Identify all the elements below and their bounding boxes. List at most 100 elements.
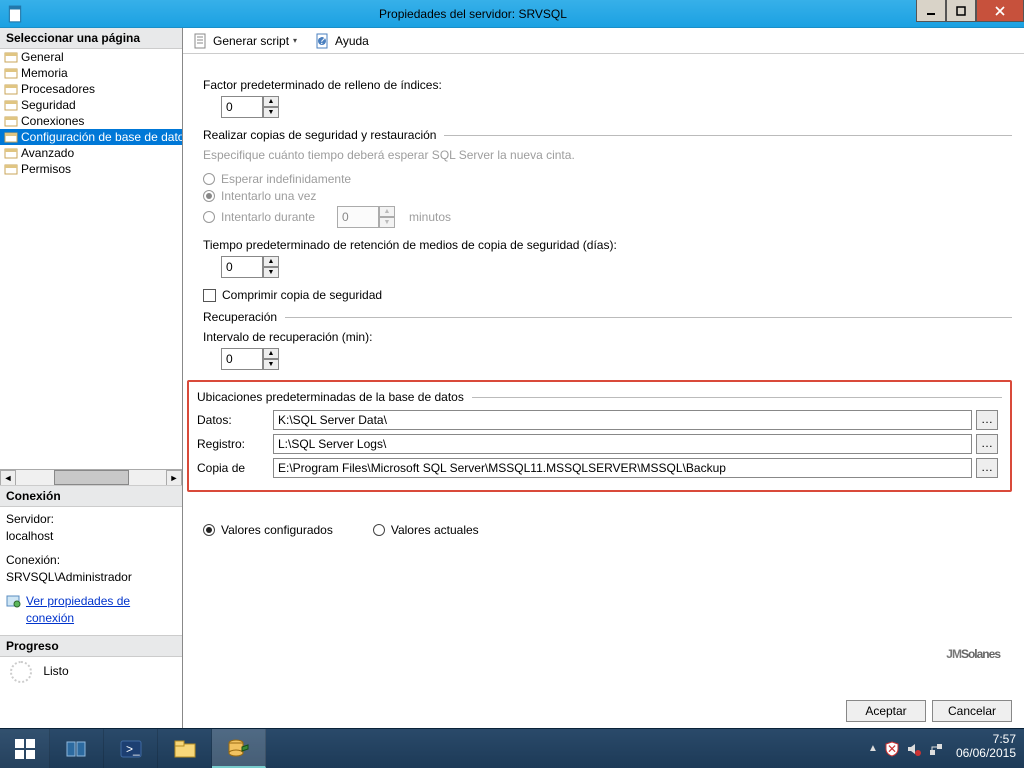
scroll-right-button[interactable]: ► xyxy=(166,470,182,486)
close-button[interactable] xyxy=(976,0,1024,22)
sidebar-item-label: Avanzado xyxy=(21,146,74,160)
sidebar-item-memory[interactable]: Memoria xyxy=(0,65,182,81)
sidebar-item-advanced[interactable]: Avanzado xyxy=(0,145,182,161)
help-label: Ayuda xyxy=(335,34,369,48)
spin-down-button[interactable]: ▼ xyxy=(263,107,279,118)
backup-path-input[interactable] xyxy=(273,458,972,478)
try-for-spinner: ▲▼ xyxy=(337,206,397,228)
scroll-left-button[interactable]: ◄ xyxy=(0,470,16,486)
sidebar-header: Seleccionar una página xyxy=(0,28,182,49)
recovery-interval-label: Intervalo de recuperación (min): xyxy=(203,330,1012,344)
sidebar-item-permissions[interactable]: Permisos xyxy=(0,161,182,177)
view-connection-properties-link[interactable]: Ver propiedades de conexión xyxy=(26,593,176,628)
tray-volume-icon[interactable] xyxy=(906,741,922,757)
spin-up-button[interactable]: ▲ xyxy=(263,256,279,267)
recovery-group-label: Recuperación xyxy=(203,310,277,324)
fill-factor-spinner[interactable]: ▲▼ xyxy=(221,96,281,118)
start-button[interactable] xyxy=(0,729,50,768)
data-path-browse-button[interactable]: … xyxy=(976,410,998,430)
sidebar-item-label: General xyxy=(21,50,64,64)
sidebar-item-label: Seguridad xyxy=(21,98,76,112)
cancel-button[interactable]: Cancelar xyxy=(932,700,1012,722)
locations-group-label: Ubicaciones predeterminadas de la base d… xyxy=(197,390,464,404)
sidebar-item-database-settings[interactable]: Configuración de base de datos xyxy=(0,129,182,145)
sidebar-item-label: Configuración de base de datos xyxy=(21,130,182,144)
window-title: Propiedades del servidor: SRVSQL xyxy=(30,7,916,21)
taskbar: >_ ▲ ✕ 7:57 06/06/2015 xyxy=(0,728,1024,768)
backup-path-browse-button[interactable]: … xyxy=(976,458,998,478)
locations-highlight: Ubicaciones predeterminadas de la base d… xyxy=(187,380,1012,492)
app-icon xyxy=(6,5,24,23)
connection-section-header: Conexión xyxy=(0,485,182,507)
try-for-radio: Intentarlo durante ▲▼ minutos xyxy=(203,206,1012,228)
progress-value: Listo xyxy=(43,665,68,679)
sidebar-item-security[interactable]: Seguridad xyxy=(0,97,182,113)
configured-values-radio[interactable]: Valores configurados xyxy=(203,523,333,537)
try-for-input xyxy=(337,206,379,228)
sidebar-tree: General Memoria Procesadores Seguridad C… xyxy=(0,49,182,469)
sidebar-item-label: Conexiones xyxy=(21,114,84,128)
tray-security-icon[interactable]: ✕ xyxy=(884,741,900,757)
sidebar-scrollbar[interactable]: ◄ ► xyxy=(0,469,182,485)
progress-section-header: Progreso xyxy=(0,635,182,657)
spin-up-button[interactable]: ▲ xyxy=(263,348,279,359)
watermark: JMSolanes xyxy=(946,632,1000,666)
content-area: Factor predeterminado de relleno de índi… xyxy=(183,54,1024,728)
log-path-browse-button[interactable]: … xyxy=(976,434,998,454)
log-path-input[interactable] xyxy=(273,434,972,454)
sidebar-item-label: Procesadores xyxy=(21,82,95,96)
svg-text:>_: >_ xyxy=(126,742,140,756)
sidebar-item-label: Memoria xyxy=(21,66,68,80)
progress-section: Listo xyxy=(0,657,182,691)
taskbar-clock[interactable]: 7:57 06/06/2015 xyxy=(952,729,1024,768)
spin-down-button[interactable]: ▼ xyxy=(263,359,279,370)
svg-text:?: ? xyxy=(319,33,326,47)
try-once-radio: Intentarlo una vez xyxy=(203,189,1012,203)
backup-path-label: Copia de xyxy=(197,461,269,475)
generate-script-button[interactable]: Generar script ▾ xyxy=(189,31,305,51)
maximize-button[interactable] xyxy=(946,0,976,22)
data-path-input[interactable] xyxy=(273,410,972,430)
progress-spinner-icon xyxy=(10,661,32,683)
spin-down-button[interactable]: ▼ xyxy=(263,267,279,278)
clock-time: 7:57 xyxy=(956,733,1016,747)
server-label: Servidor: xyxy=(6,511,176,528)
tray-overflow-icon[interactable]: ▲ xyxy=(868,743,878,754)
compress-backup-checkbox[interactable]: Comprimir copia de seguridad xyxy=(203,288,1012,302)
taskbar-powershell[interactable]: >_ xyxy=(104,729,158,768)
minimize-button[interactable] xyxy=(916,0,946,22)
wait-indefinitely-radio: Esperar indefinidamente xyxy=(203,172,1012,186)
connection-label: Conexión: xyxy=(6,552,176,569)
scroll-thumb[interactable] xyxy=(54,470,129,485)
toolbar: Generar script ▾ ? Ayuda xyxy=(183,28,1024,54)
running-values-radio[interactable]: Valores actuales xyxy=(373,523,479,537)
help-button[interactable]: ? Ayuda xyxy=(311,31,373,51)
spin-up-button[interactable]: ▲ xyxy=(263,96,279,107)
taskbar-server-manager[interactable] xyxy=(50,729,104,768)
generate-script-label: Generar script xyxy=(213,34,289,48)
fill-factor-label: Factor predeterminado de relleno de índi… xyxy=(203,78,1012,92)
taskbar-ssms[interactable] xyxy=(212,729,266,768)
recovery-interval-spinner[interactable]: ▲▼ xyxy=(221,348,281,370)
sidebar-item-connections[interactable]: Conexiones xyxy=(0,113,182,129)
svg-text:✕: ✕ xyxy=(887,742,897,756)
sidebar-item-processors[interactable]: Procesadores xyxy=(0,81,182,97)
retention-spinner[interactable]: ▲▼ xyxy=(221,256,281,278)
help-icon: ? xyxy=(315,33,331,49)
taskbar-explorer[interactable] xyxy=(158,729,212,768)
recovery-interval-input[interactable] xyxy=(221,348,263,370)
sidebar-item-general[interactable]: General xyxy=(0,49,182,65)
chevron-down-icon: ▾ xyxy=(293,36,301,45)
tray-network-icon[interactable] xyxy=(928,741,944,757)
retention-label: Tiempo predeterminado de retención de me… xyxy=(203,238,1012,252)
backup-group-label: Realizar copias de seguridad y restaurac… xyxy=(203,128,436,142)
system-tray: ▲ ✕ xyxy=(860,729,952,768)
connection-value: SRVSQL\Administrador xyxy=(6,569,176,586)
scroll-track[interactable] xyxy=(16,470,166,485)
fill-factor-input[interactable] xyxy=(221,96,263,118)
ok-button[interactable]: Aceptar xyxy=(846,700,926,722)
title-bar: Propiedades del servidor: SRVSQL xyxy=(0,0,1024,28)
clock-date: 06/06/2015 xyxy=(956,747,1016,761)
backup-hint: Especifique cuánto tiempo deberá esperar… xyxy=(203,148,1012,162)
retention-input[interactable] xyxy=(221,256,263,278)
